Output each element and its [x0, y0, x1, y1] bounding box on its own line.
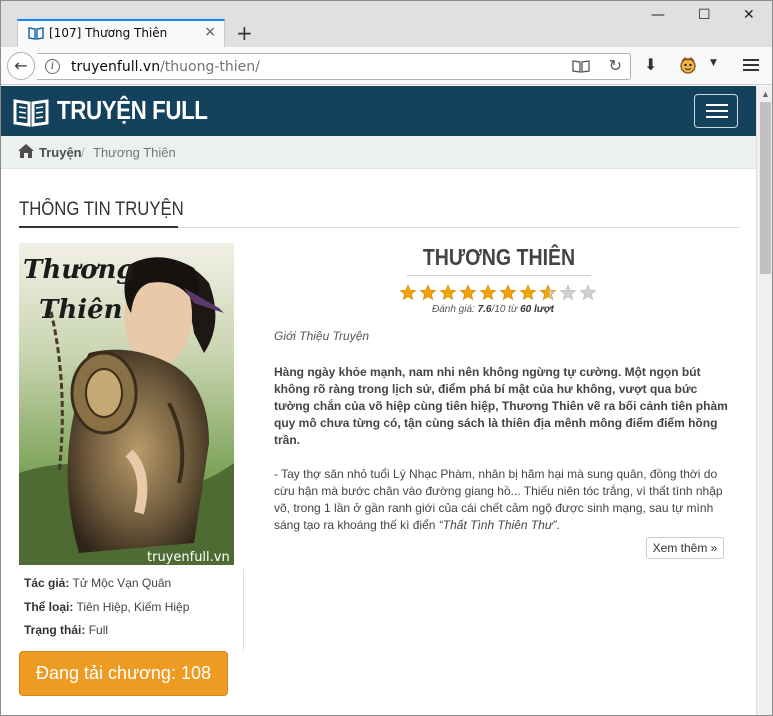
overflow-menu-icon[interactable]	[743, 58, 759, 72]
tab-title: [107] Thương Thiên	[49, 26, 168, 40]
scroll-thumb[interactable]	[760, 102, 771, 274]
rating-label: Đánh giá:	[432, 304, 475, 315]
info-icon[interactable]: i	[45, 59, 60, 74]
breadcrumb-home[interactable]: Truyện	[39, 145, 82, 160]
description-text: - Tay thợ săn nhỏ tuổi Lý Nhạc Phàm, nhâ…	[274, 466, 729, 534]
back-icon: ←	[14, 56, 28, 75]
new-tab-button[interactable]: +	[236, 21, 253, 45]
cover-watermark: truyenfull.vn	[147, 550, 230, 565]
rating-count: 60 lượt	[520, 304, 554, 315]
star-icon[interactable]	[559, 284, 577, 301]
extension-dropdown-icon[interactable]: ▼	[710, 58, 717, 68]
breadcrumb: Truyện / Thương Thiên	[1, 136, 756, 169]
back-button[interactable]: ←	[7, 52, 35, 80]
book-icon	[28, 27, 44, 40]
genre-label: Thể loại:	[24, 600, 74, 614]
cover-title-line2: Thiên	[39, 295, 123, 325]
rating-value: 7.6	[477, 304, 492, 315]
site-logo-text[interactable]: TRUYỆN FULL	[57, 95, 208, 126]
star-icon[interactable]	[579, 284, 597, 301]
reader-view-icon[interactable]	[572, 58, 590, 74]
description-quote: “Thất Tình Thiên Thư”	[438, 518, 557, 532]
cover-art: Thương Thiên truyenfull.vn	[19, 243, 234, 565]
maximize-button[interactable]: ☐	[698, 7, 711, 23]
reload-icon[interactable]: ↻	[609, 56, 622, 75]
tab-strip: [107] Thương Thiên × + — ☐ ✕	[1, 1, 772, 47]
status-row: Trạng thái: Full	[24, 623, 108, 637]
star-icon[interactable]	[439, 284, 457, 301]
description-bold: Hàng ngày khỏe mạnh, nam nhi nên không n…	[274, 365, 728, 447]
see-more-button[interactable]: Xem thêm »	[646, 537, 724, 559]
description-end: .	[556, 518, 560, 532]
breadcrumb-separator: /	[81, 145, 85, 160]
url-host: truyenfull.vn	[71, 59, 161, 75]
tab-close-icon[interactable]: ×	[204, 24, 216, 40]
star-icon[interactable]	[499, 284, 517, 301]
star-icon[interactable]	[519, 284, 537, 301]
info-divider	[243, 569, 244, 651]
book-cover-image: Thương Thiên truyenfull.vn	[19, 243, 234, 565]
author-link[interactable]: Tử Mộc Vạn Quân	[72, 576, 171, 590]
section-title: Thông tin truyện	[19, 199, 184, 220]
star-icon[interactable]	[419, 284, 437, 301]
intro-label: Giới Thiệu Truyện	[274, 329, 370, 343]
author-label: Tác giả:	[24, 576, 70, 590]
extension-icon[interactable]	[679, 56, 697, 74]
download-icon[interactable]: ⬇	[644, 55, 657, 74]
browser-tab[interactable]: [107] Thương Thiên ×	[17, 19, 225, 47]
menu-bar	[706, 110, 728, 112]
minimize-button[interactable]: —	[651, 7, 665, 23]
navigation-bar: ← i truyenfull.vn/thuong-thien/ ↻ ⬇ ▼	[1, 47, 772, 85]
title-divider	[407, 275, 591, 276]
cover-title-line1: Thương	[23, 255, 135, 285]
rating-stars[interactable]	[400, 284, 600, 302]
book-logo-icon[interactable]	[13, 97, 49, 127]
page-viewport: TRUYỆN FULL Truyện / Thương Thiên Thông …	[1, 86, 756, 715]
author-row: Tác giả: Tử Mộc Vạn Quân	[24, 576, 171, 590]
rating-max: /10 từ	[491, 304, 521, 315]
vertical-scrollbar[interactable]: ▲	[756, 86, 772, 715]
hamburger-menu-button[interactable]	[694, 94, 738, 128]
url-bar[interactable]: i truyenfull.vn/thuong-thien/ ↻	[37, 53, 631, 80]
star-icon[interactable]	[400, 284, 417, 301]
home-icon[interactable]	[18, 144, 34, 158]
status-label: Trạng thái:	[24, 623, 86, 637]
status-value: Full	[88, 623, 109, 637]
genre-links[interactable]: Tiên Hiệp, Kiếm Hiệp	[76, 600, 189, 614]
loading-chapter-button[interactable]: Đang tải chương: 108	[19, 651, 228, 696]
rating-text: Đánh giá: 7.6/10 từ 60 lượt	[432, 304, 554, 315]
url-path: /thuong-thien/	[160, 59, 260, 75]
site-header: TRUYỆN FULL	[1, 86, 756, 136]
star-icon[interactable]	[479, 284, 497, 301]
scroll-up-icon[interactable]: ▲	[761, 89, 770, 99]
story-title: THƯƠNG THIÊN	[422, 244, 576, 270]
breadcrumb-current[interactable]: Thương Thiên	[93, 145, 176, 160]
browser-window: [107] Thương Thiên × + — ☐ ✕ ← i truyenf…	[0, 0, 773, 716]
url-text[interactable]: truyenfull.vn/thuong-thien/	[71, 59, 260, 75]
genre-row: Thể loại: Tiên Hiệp, Kiếm Hiệp	[24, 600, 189, 614]
menu-bar	[706, 116, 728, 118]
menu-bar	[706, 104, 728, 106]
star-icon[interactable]	[539, 284, 557, 301]
section-underline	[19, 226, 178, 228]
star-icon[interactable]	[459, 284, 477, 301]
close-window-button[interactable]: ✕	[743, 7, 755, 23]
